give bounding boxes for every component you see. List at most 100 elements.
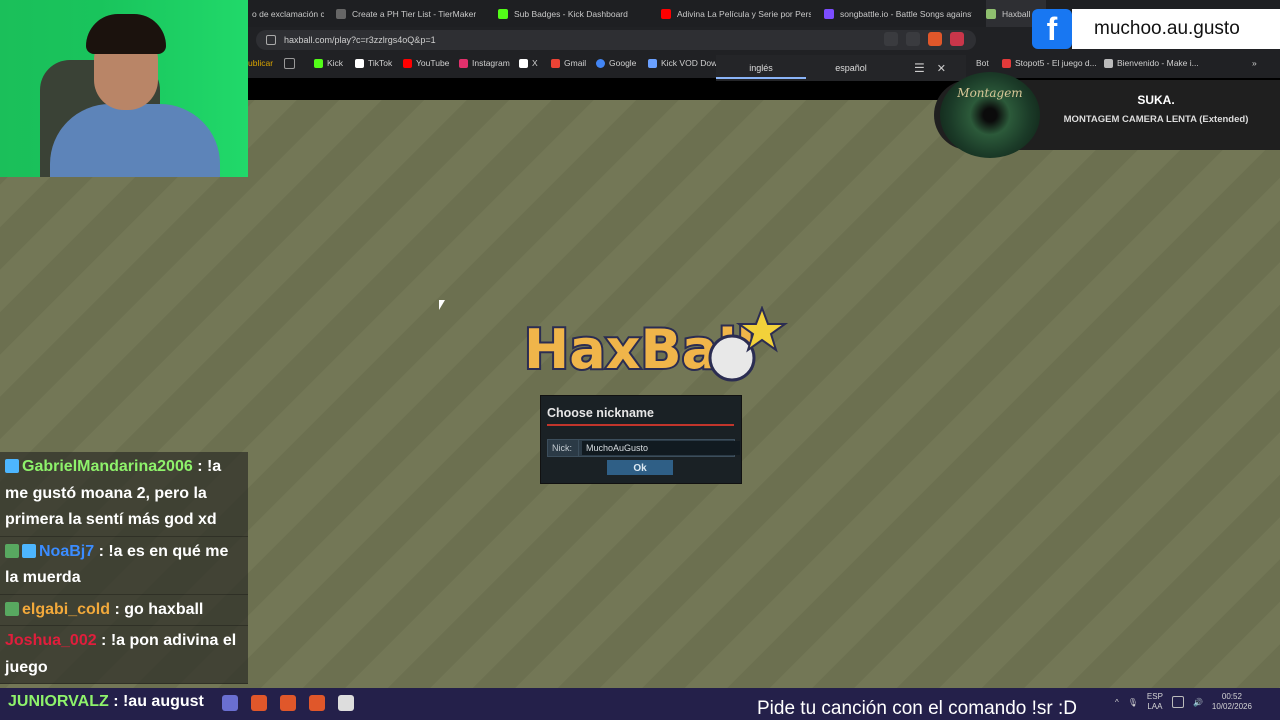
chat-overlay: GabrielMandarina2006 : !a me gustó moana… xyxy=(0,452,248,684)
brave-icon[interactable] xyxy=(280,695,296,711)
haxball-logo: HaxBall xyxy=(522,306,789,383)
now-playing-song: MONTAGEM CAMERA LENTA (Extended) xyxy=(1063,114,1249,125)
bookmark-label: Instagram xyxy=(472,58,510,68)
bookmark-instagram[interactable]: Instagram xyxy=(459,53,510,73)
tab-label: songbattle.io - Battle Songs against xyxy=(840,8,972,19)
taskbar-apps xyxy=(222,695,354,711)
microphone-icon[interactable]: 🎙 xyxy=(1128,698,1138,707)
brave-rewards-icon[interactable] xyxy=(950,32,964,46)
bookmark-label: Gmail xyxy=(564,58,587,68)
streamer-hair xyxy=(86,14,166,54)
monitor-icon[interactable] xyxy=(1171,696,1184,708)
brave-icon[interactable] xyxy=(309,695,325,711)
facebook-badge: f muchoo.au.gusto xyxy=(1032,9,1280,49)
file-icon[interactable] xyxy=(338,695,354,711)
bookmark-x[interactable]: X xyxy=(519,53,538,73)
bookmark-label: TikTok xyxy=(368,58,393,68)
more-bookmarks-button[interactable]: » xyxy=(1252,53,1257,73)
chat-username: elgabi_cold xyxy=(22,600,111,618)
bookmark-youtube[interactable]: YouTube xyxy=(403,53,449,73)
language-code: ESP xyxy=(1146,692,1163,701)
webcam-overlay xyxy=(0,0,248,177)
x-icon xyxy=(519,58,528,68)
latest-chat-message: JUNIORVALZ : !au august xyxy=(8,693,204,711)
chat-message: Joshua_002 : !a pon adivina el juego xyxy=(0,626,248,684)
facebook-handle: muchoo.au.gusto xyxy=(1072,9,1280,49)
bookmark-gmail[interactable]: Gmail xyxy=(551,53,586,73)
vip-badge-icon xyxy=(5,543,19,558)
menu-icon[interactable]: ☰ xyxy=(914,61,925,75)
kick-icon xyxy=(498,8,508,19)
language-indicator[interactable]: ESP LAA xyxy=(1147,692,1163,712)
bookmark-tiktok[interactable]: TikTok xyxy=(355,53,392,73)
bookmark-kick-vod[interactable]: Kick VOD Dow xyxy=(648,53,717,73)
bookmark-bot[interactable]: Bot xyxy=(976,53,989,73)
streamer-body xyxy=(50,104,220,177)
nick-input[interactable] xyxy=(582,441,740,455)
diamond-icon[interactable] xyxy=(222,695,238,711)
chevron-right-icon: » xyxy=(1252,58,1257,68)
tab-songbattle[interactable]: songbattle.io - Battle Songs against xyxy=(824,0,972,27)
brave-shield-icon[interactable] xyxy=(928,32,942,46)
apps-grid-icon xyxy=(284,57,295,69)
share-icon[interactable] xyxy=(906,32,920,46)
system-tray: ^ 🎙 ESP LAA 🔊 00:52 10/02/2026 xyxy=(1115,692,1252,712)
bookmark-publicar[interactable]: ublicar xyxy=(248,53,273,73)
brave-icon[interactable] xyxy=(251,695,267,711)
ticker-text: Pide tu canción con el comando !sr :D xyxy=(757,698,1078,719)
chat-username: GabrielMandarina2006 xyxy=(22,458,193,475)
tab-kick-dashboard[interactable]: Sub Badges - Kick Dashboard xyxy=(498,0,638,27)
stopot-icon xyxy=(1002,58,1011,68)
bookmark-stopot5[interactable]: Stopot5 - El juego d... xyxy=(1002,53,1097,73)
chat-username: JUNIORVALZ xyxy=(8,693,109,710)
tab-adivina-pelicula[interactable]: Adivina La Película y Serie por Perso xyxy=(661,0,811,27)
clock[interactable]: 00:52 10/02/2026 xyxy=(1212,692,1252,712)
chat-message: NoaBj7 : !a es en qué me la muerda xyxy=(0,536,248,595)
bookmark-label: Bienvenido - Make i... xyxy=(1117,58,1199,68)
dialog-divider xyxy=(547,424,734,426)
site-info-icon[interactable] xyxy=(266,35,276,45)
ok-button[interactable]: Ok xyxy=(607,460,673,475)
now-playing-widget: Montagem SUKA. MONTAGEM CAMERA LENTA (Ex… xyxy=(934,72,1280,158)
sub-badge-icon xyxy=(22,543,36,558)
make-icon xyxy=(1104,58,1113,68)
apps-button[interactable] xyxy=(284,53,295,73)
songbattle-icon xyxy=(824,8,834,19)
album-cover-text: Montagem xyxy=(957,86,1023,100)
chat-username: NoaBj7 xyxy=(39,542,95,560)
translate-target-language[interactable]: español xyxy=(806,63,896,73)
tab-label: o de exclamación c xyxy=(252,8,324,19)
chevron-up-icon[interactable]: ^ xyxy=(1115,698,1119,707)
youtube-icon xyxy=(403,58,412,68)
bookmark-label: Kick xyxy=(327,58,344,68)
bookmark-label: ublicar xyxy=(248,58,274,68)
address-bar-actions xyxy=(884,32,964,46)
address-bar[interactable]: haxball.com/play?c=r3zzlrgs4oQ&p=1 xyxy=(256,30,976,50)
bookmark-label: Kick VOD Dow xyxy=(661,58,718,68)
bookmark-label: Stopot5 - El juego d... xyxy=(1015,58,1097,68)
album-cover: Montagem xyxy=(940,72,1040,158)
close-icon[interactable]: ✕ xyxy=(937,62,946,75)
haxball-icon xyxy=(986,8,996,19)
tab-tiermaker[interactable]: Create a PH Tier List - TierMaker xyxy=(336,0,476,27)
tiktok-icon xyxy=(355,58,364,68)
translate-icon[interactable] xyxy=(884,32,898,46)
mouse-cursor-icon xyxy=(439,300,445,310)
choose-nickname-dialog: Choose nickname Nick: Ok xyxy=(540,395,742,484)
tab-exclamacion[interactable]: o de exclamación c xyxy=(252,0,324,27)
speaker-icon[interactable]: 🔊 xyxy=(1193,698,1203,707)
translate-source-language[interactable]: inglés xyxy=(716,63,806,79)
now-playing-artist: SUKA. xyxy=(1137,93,1175,107)
bookmark-label: YouTube xyxy=(416,58,450,68)
bookmark-bienvenido[interactable]: Bienvenido - Make i... xyxy=(1104,53,1199,73)
bookmark-label: X xyxy=(532,58,538,68)
nick-field: Nick: xyxy=(547,439,740,457)
bookmark-google[interactable]: Google xyxy=(596,53,636,73)
region-code: LAA xyxy=(1147,702,1163,711)
tab-label: Sub Badges - Kick Dashboard xyxy=(514,8,628,19)
bookmark-kick[interactable]: Kick xyxy=(314,53,343,73)
chat-text: : !au august xyxy=(108,693,204,710)
youtube-icon xyxy=(661,8,671,19)
bookmark-label: Google xyxy=(609,58,637,68)
dialog-title: Choose nickname xyxy=(547,406,654,420)
